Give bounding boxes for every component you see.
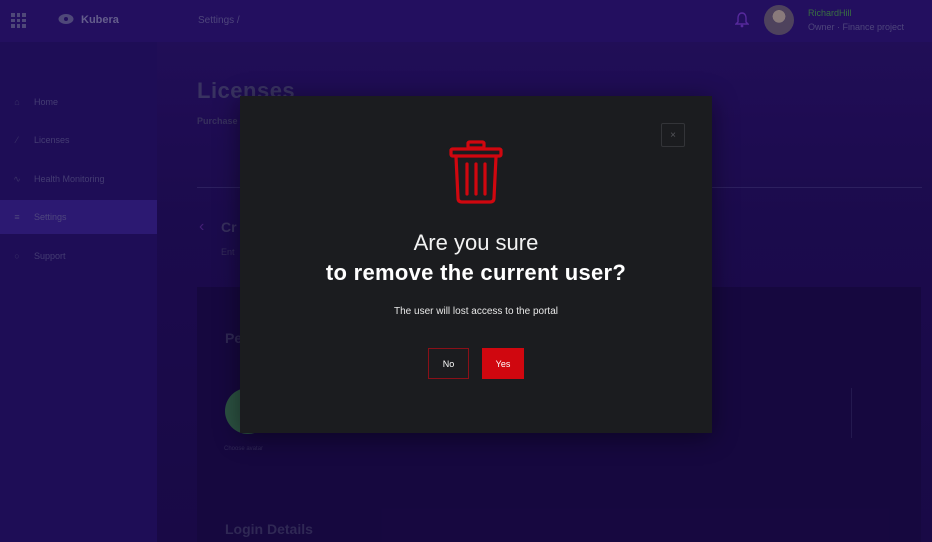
no-button[interactable]: No [428, 348, 469, 379]
dialog-message: The user will lost access to the portal [394, 306, 558, 317]
dialog-title-line2: to remove the current user? [325, 260, 627, 285]
yes-button[interactable]: Yes [482, 348, 524, 379]
close-icon[interactable]: × [661, 123, 685, 147]
trash-icon [449, 140, 503, 204]
dialog-title-line1: Are you sure [413, 230, 539, 255]
confirm-remove-user-dialog: × Are you sure to remove the current use… [240, 96, 712, 433]
